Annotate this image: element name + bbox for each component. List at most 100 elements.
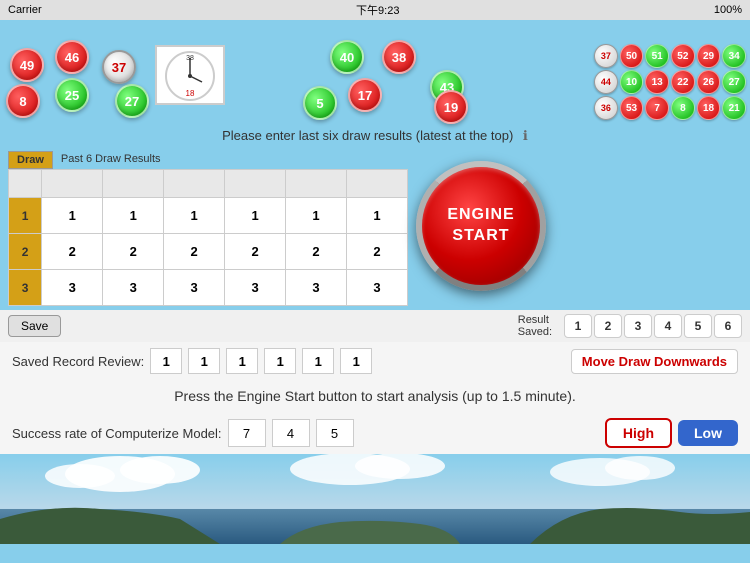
input-2-1[interactable]: [42, 234, 102, 269]
input-2-2[interactable]: [103, 234, 163, 269]
saved-record-label: Saved Record Review:: [12, 354, 144, 369]
low-button[interactable]: Low: [678, 420, 738, 446]
record-input-6[interactable]: [340, 348, 372, 374]
result-btn-4[interactable]: 4: [654, 314, 682, 338]
result-btn-3[interactable]: 3: [624, 314, 652, 338]
input-1-1[interactable]: [42, 198, 102, 233]
input-1-5[interactable]: [286, 198, 346, 233]
info-icon: ℹ: [523, 128, 528, 143]
cell-2-4[interactable]: [225, 234, 286, 270]
table-header-row: [9, 170, 408, 198]
input-3-4[interactable]: [225, 270, 285, 305]
side-panel-row-2: 44 10 13 22 26 27: [594, 70, 746, 94]
balls-area: 49 46 25 37 8 27 18 38 40 38 43 17 5 19 …: [0, 20, 750, 125]
cell-1-6[interactable]: [347, 198, 408, 234]
table-row-1: 1: [9, 198, 408, 234]
result-btn-2[interactable]: 2: [594, 314, 622, 338]
input-2-3[interactable]: [164, 234, 224, 269]
cell-3-2[interactable]: [103, 270, 164, 306]
cell-3-1[interactable]: [42, 270, 103, 306]
cell-1-3[interactable]: [164, 198, 225, 234]
header-input-5[interactable]: [286, 170, 346, 197]
battery-label: 100%: [714, 4, 742, 16]
cell-1-4[interactable]: [225, 198, 286, 234]
result-buttons: 1 2 3 4 5 6: [564, 314, 742, 338]
cell-3-6[interactable]: [347, 270, 408, 306]
save-button[interactable]: Save: [8, 315, 61, 337]
header-cell-1[interactable]: [42, 170, 103, 198]
header-input-2[interactable]: [103, 170, 163, 197]
cell-2-6[interactable]: [347, 234, 408, 270]
input-2-4[interactable]: [225, 234, 285, 269]
side-panel-row-3: 36 53 7 8 18 21: [594, 96, 746, 120]
side-ball-51: 51: [645, 44, 669, 68]
ball-40: 40: [330, 40, 364, 74]
record-input-3[interactable]: [226, 348, 258, 374]
side-ball-34: 34: [722, 44, 746, 68]
success-input-2[interactable]: [272, 419, 310, 447]
header-cell-5[interactable]: [286, 170, 347, 198]
cell-2-2[interactable]: [103, 234, 164, 270]
cell-3-4[interactable]: [225, 270, 286, 306]
draw-section: Draw Past 6 Draw Results 1: [8, 151, 408, 306]
header-cell-2[interactable]: [103, 170, 164, 198]
cell-2-3[interactable]: [164, 234, 225, 270]
side-ball-22: 22: [671, 70, 695, 94]
press-instruction-text: Press the Engine Start button to start a…: [174, 388, 576, 404]
ball-38: 38: [382, 40, 416, 74]
side-ball-52: 52: [671, 44, 695, 68]
header-cell-6[interactable]: [347, 170, 408, 198]
input-3-2[interactable]: [103, 270, 163, 305]
input-2-6[interactable]: [347, 234, 407, 269]
header-cell-3[interactable]: [164, 170, 225, 198]
cell-3-5[interactable]: [286, 270, 347, 306]
press-instruction: Press the Engine Start button to start a…: [0, 380, 750, 412]
side-ball-26: 26: [697, 70, 721, 94]
saved-record-row: Saved Record Review: Move Draw Downwards: [0, 342, 750, 380]
header-cell-4[interactable]: [225, 170, 286, 198]
cell-1-1[interactable]: [42, 198, 103, 234]
clock-image: 18 38: [155, 45, 225, 105]
header-input-6[interactable]: [347, 170, 407, 197]
input-1-6[interactable]: [347, 198, 407, 233]
side-panel: 37 50 51 52 29 34 44 10 13 22 26 27 36 5…: [590, 40, 750, 126]
high-button[interactable]: High: [605, 418, 672, 448]
engine-start-button[interactable]: ENGINESTART: [416, 161, 546, 291]
engine-section: ENGINESTART: [416, 151, 546, 306]
input-2-5[interactable]: [286, 234, 346, 269]
cell-1-2[interactable]: [103, 198, 164, 234]
cell-2-5[interactable]: [286, 234, 347, 270]
input-3-1[interactable]: [42, 270, 102, 305]
header-input-3[interactable]: [164, 170, 224, 197]
result-btn-1[interactable]: 1: [564, 314, 592, 338]
cell-1-5[interactable]: [286, 198, 347, 234]
cell-2-1[interactable]: [42, 234, 103, 270]
result-btn-5[interactable]: 5: [684, 314, 712, 338]
ball-27: 27: [115, 84, 149, 118]
save-row: Save Result Saved: 1 2 3 4 5 6: [0, 310, 750, 342]
input-1-2[interactable]: [103, 198, 163, 233]
ball-19: 19: [434, 90, 468, 124]
success-input-3[interactable]: [316, 419, 354, 447]
input-3-5[interactable]: [286, 270, 346, 305]
record-input-5[interactable]: [302, 348, 334, 374]
move-draw-button[interactable]: Move Draw Downwards: [571, 349, 738, 374]
input-3-6[interactable]: [347, 270, 407, 305]
ball-46: 46: [55, 40, 89, 74]
svg-text:38: 38: [186, 55, 194, 62]
input-1-4[interactable]: [225, 198, 285, 233]
input-3-3[interactable]: [164, 270, 224, 305]
header-input-1[interactable]: [42, 170, 102, 197]
record-input-4[interactable]: [264, 348, 296, 374]
record-input-1[interactable]: [150, 348, 182, 374]
cell-3-3[interactable]: [164, 270, 225, 306]
draw-table: 1 2: [8, 169, 408, 306]
side-ball-44: 44: [594, 70, 618, 94]
input-1-3[interactable]: [164, 198, 224, 233]
side-ball-18: 18: [697, 96, 721, 120]
record-input-2[interactable]: [188, 348, 220, 374]
row-num-3: 3: [9, 270, 42, 306]
header-input-4[interactable]: [225, 170, 285, 197]
success-input-1[interactable]: [228, 419, 266, 447]
result-btn-6[interactable]: 6: [714, 314, 742, 338]
